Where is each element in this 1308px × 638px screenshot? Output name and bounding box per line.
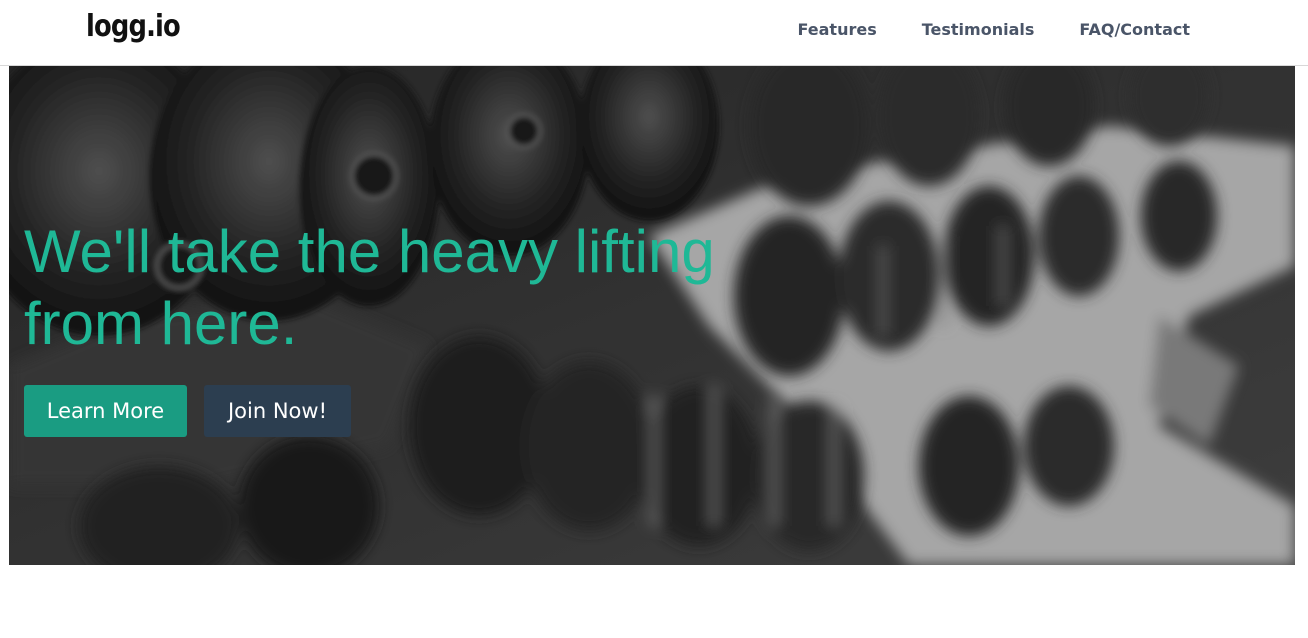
hero-headline: We'll take the heavy lifting from here. [24,218,715,357]
nav-links: Features Testimonials FAQ/Contact [798,20,1191,39]
nav-link-faq-contact[interactable]: FAQ/Contact [1079,20,1190,39]
learn-more-button[interactable]: Learn More [24,385,187,437]
site-logo[interactable]: logg.io [86,9,181,44]
join-now-button[interactable]: Join Now! [204,385,351,437]
nav-link-testimonials[interactable]: Testimonials [922,20,1035,39]
hero-section: We'll take the heavy lifting from here. … [9,66,1295,565]
nav-link-features[interactable]: Features [798,20,877,39]
top-navbar: logg.io Features Testimonials FAQ/Contac… [0,0,1308,66]
